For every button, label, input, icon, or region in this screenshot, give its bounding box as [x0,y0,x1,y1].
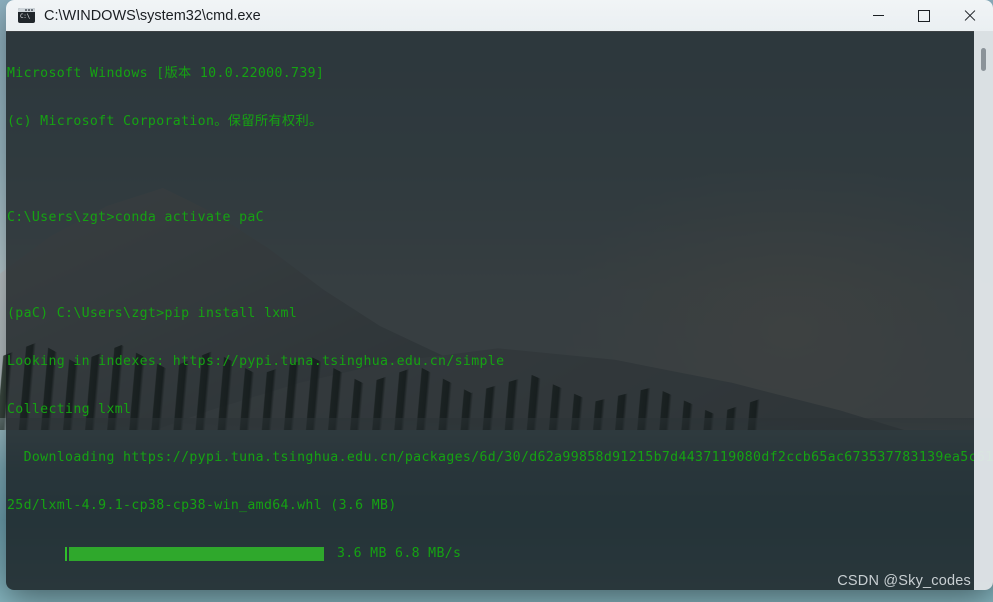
maximize-button[interactable] [901,0,947,31]
download-progress-row: 3.6 MB 6.8 MB/s [7,546,973,562]
window-controls [855,0,993,31]
console-line: (c) Microsoft Corporation。保留所有权利。 [7,114,323,129]
console-line-download-url-wrap: 25d/lxml-4.9.1-cp38-cp38-win_amd64.whl (… [7,498,397,513]
console-line: Collecting lxml [7,402,132,417]
cmd-window: C:\ C:\WINDOWS\system32\cmd.exe Microsof… [6,0,993,590]
console-line-command: C:\Users\zgt>conda activate paC [7,210,264,225]
minimize-icon [872,15,884,16]
console-text: Microsoft Windows [版本 10.0.22000.739] (c… [7,34,993,590]
progress-bar-caret [65,547,67,561]
cmd-icon-prompt-text: C:\ [20,13,30,20]
minimize-button[interactable] [855,0,901,31]
watermark: CSDN @Sky_codes [837,573,971,589]
progress-bar-fill [69,547,324,561]
close-button[interactable] [947,0,993,31]
maximize-icon [918,9,930,22]
window-title: C:\WINDOWS\system32\cmd.exe [44,7,261,24]
console-line: Looking in indexes: https://pypi.tuna.ts… [7,354,505,369]
vertical-scrollbar[interactable] [974,31,993,590]
console-line-command: (paC) C:\Users\zgt>pip install lxml [7,306,298,321]
title-bar[interactable]: C:\ C:\WINDOWS\system32\cmd.exe [6,0,993,32]
cmd-icon-titlebar [18,8,35,12]
cmd-console-icon: C:\ [18,8,35,23]
console-line: Microsoft Windows [版本 10.0.22000.739] [7,66,325,81]
scrollbar-thumb[interactable] [981,48,986,71]
progress-stats-text: 3.6 MB 6.8 MB/s [337,546,462,561]
console-output-area[interactable]: Microsoft Windows [版本 10.0.22000.739] (c… [6,31,993,590]
close-icon [964,10,976,22]
console-line-download-url: Downloading https://pypi.tuna.tsinghua.e… [7,450,993,465]
